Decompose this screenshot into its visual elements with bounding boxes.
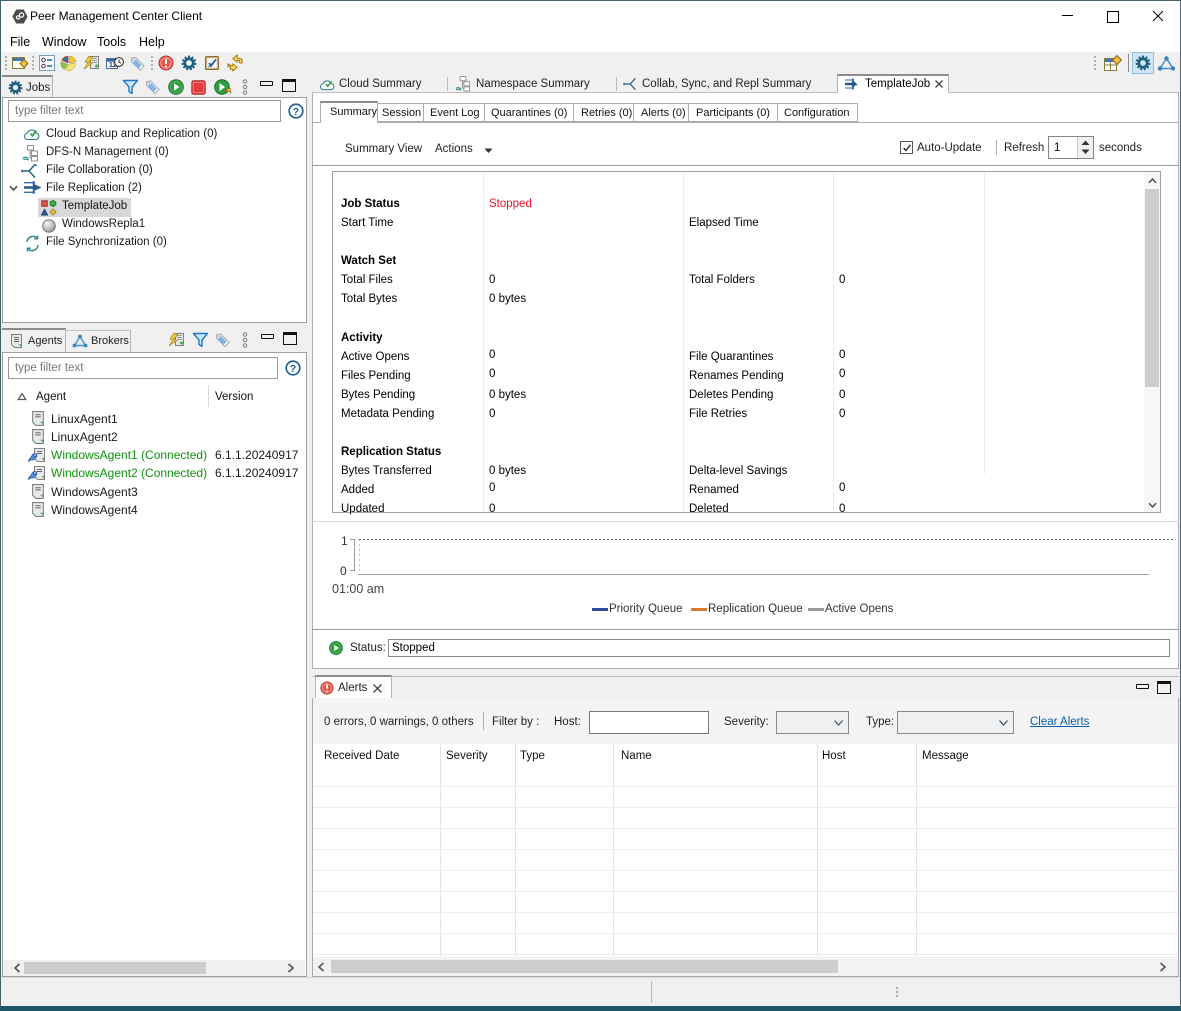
svg-text:?: ? bbox=[293, 106, 299, 118]
svg-text:?: ? bbox=[290, 363, 296, 375]
